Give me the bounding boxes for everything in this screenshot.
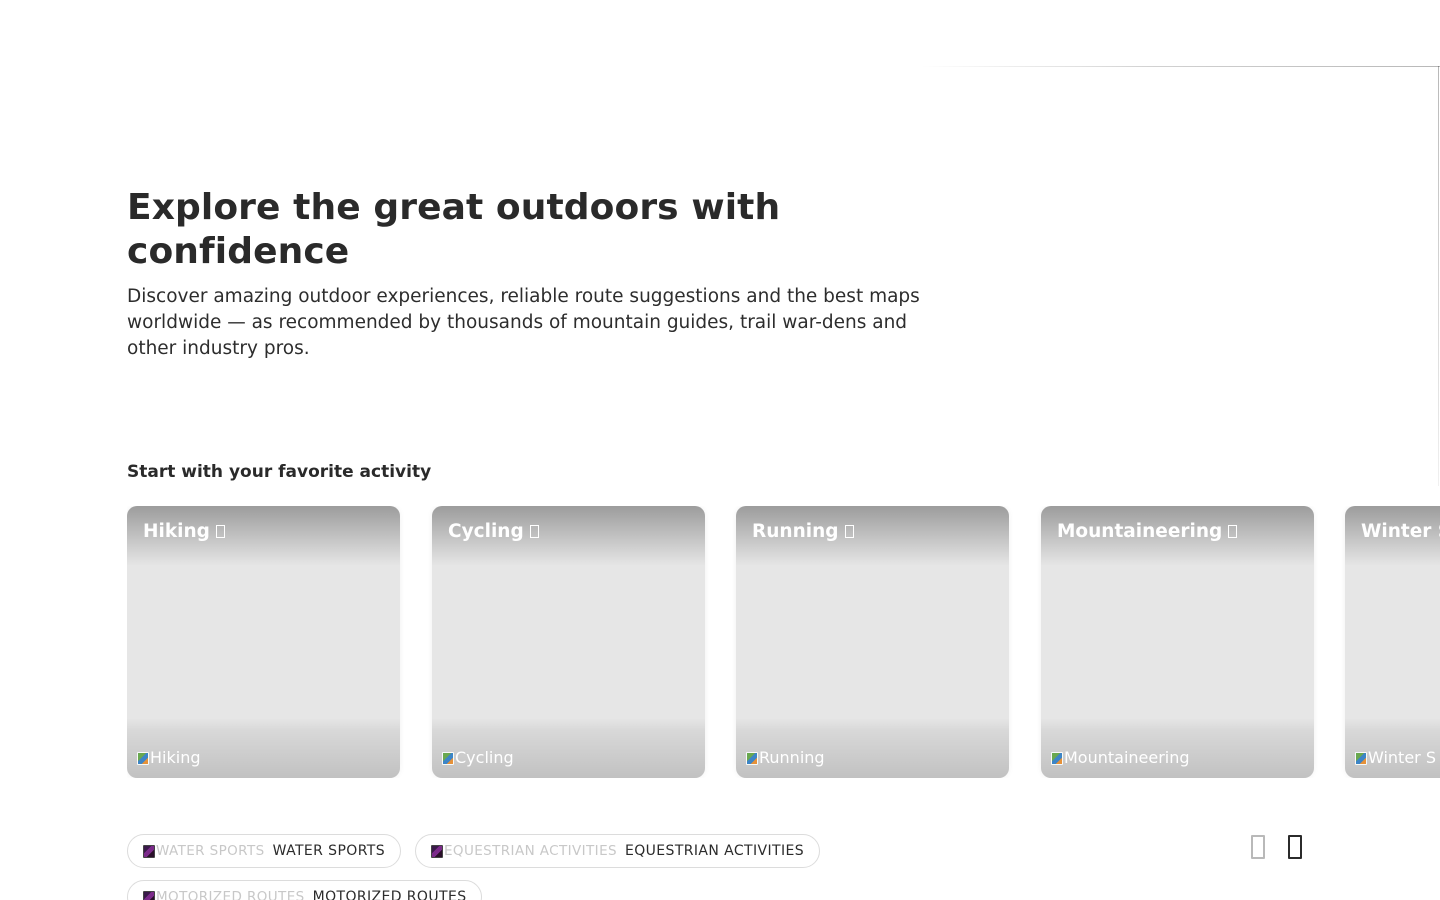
arrow-right-icon — [215, 525, 225, 538]
broken-image-icon — [143, 890, 155, 900]
pill-label: WATER SPORTS — [272, 843, 386, 859]
pill-image: MOTORIZED ROUTES — [143, 889, 305, 900]
arrow-right-icon — [844, 525, 854, 538]
panel-edge — [1438, 66, 1439, 486]
activities-section-title: Start with your favorite activity — [127, 462, 432, 482]
activity-card-image: Running — [746, 748, 825, 768]
activity-pill-motorized[interactable]: MOTORIZED ROUTES MOTORIZED ROUTES — [127, 880, 483, 900]
activity-card-running[interactable]: Running Running — [736, 506, 1009, 778]
hero-title: Explore the great outdoors with confiden… — [127, 187, 781, 272]
activity-carousel: Hiking Hiking Cycling Cycling Running Ru… — [127, 506, 1440, 778]
activity-card-image: Cycling — [442, 748, 514, 768]
broken-image-icon — [431, 844, 443, 858]
header-divider — [920, 66, 1440, 67]
carousel-prev-button[interactable] — [1248, 832, 1268, 862]
pill-label: EQUESTRIAN ACTIVITIES — [624, 843, 805, 859]
activity-card-image: Winter S — [1355, 748, 1436, 768]
pill-image: EQUESTRIAN ACTIVITIES — [431, 843, 617, 859]
chevron-left-icon — [1251, 835, 1265, 859]
pill-image: WATER SPORTS — [143, 843, 265, 859]
activity-card-title: Winter S — [1361, 521, 1440, 542]
arrow-right-icon — [529, 525, 539, 538]
activity-card-title: Mountaineering — [1057, 520, 1238, 544]
hero-subtitle: Discover amazing outdoor experiences, re… — [127, 286, 920, 359]
activity-pill-water-sports[interactable]: WATER SPORTS WATER SPORTS — [127, 834, 402, 868]
activity-card-winter-sports[interactable]: Winter S Winter S — [1345, 506, 1440, 778]
chevron-right-icon — [1288, 835, 1302, 859]
broken-image-icon — [1355, 751, 1367, 765]
activity-pill-equestrian[interactable]: EQUESTRIAN ACTIVITIES EQUESTRIAN ACTIVIT… — [415, 834, 821, 868]
pill-label: MOTORIZED ROUTES — [312, 889, 467, 900]
carousel-next-button[interactable] — [1285, 832, 1305, 862]
activity-card-title: Hiking — [143, 520, 225, 544]
broken-image-icon — [442, 751, 454, 765]
activity-card-cycling[interactable]: Cycling Cycling — [432, 506, 705, 778]
activity-card-image: Hiking — [137, 748, 200, 768]
broken-image-icon — [137, 751, 149, 765]
broken-image-icon — [143, 844, 155, 858]
arrow-right-icon — [1228, 525, 1238, 538]
activity-card-title: Running — [752, 520, 854, 544]
page: Explore the great outdoors with confiden… — [0, 0, 1440, 900]
activity-card-image: Mountaineering — [1051, 748, 1190, 768]
broken-image-icon — [1051, 751, 1063, 765]
broken-image-icon — [746, 751, 758, 765]
activity-card-title: Cycling — [448, 520, 539, 544]
activity-card-mountaineering[interactable]: Mountaineering Mountaineering — [1041, 506, 1314, 778]
activity-card-hiking[interactable]: Hiking Hiking — [127, 506, 400, 778]
